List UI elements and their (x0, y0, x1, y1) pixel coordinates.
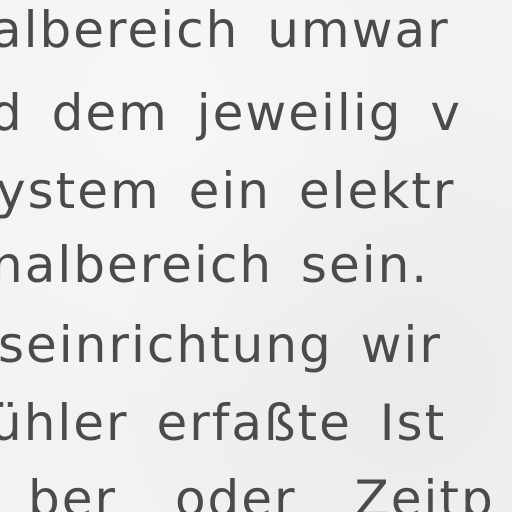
text-line-1: albereich umwar (0, 1, 450, 59)
scanned-document-page: albereich umwar d dem jeweilig v ystem e… (0, 0, 512, 512)
text-line-3: ystem ein elektr (0, 162, 456, 220)
text-line-5: seinrichtung wir (0, 316, 442, 374)
text-line-2: d dem jeweilig v (0, 84, 462, 142)
text-line-7: ber oder Zeitp (28, 470, 495, 512)
text-line-6: ühler erfaßte Ist (0, 394, 447, 452)
text-line-4: nalbereich sein. (0, 236, 430, 294)
